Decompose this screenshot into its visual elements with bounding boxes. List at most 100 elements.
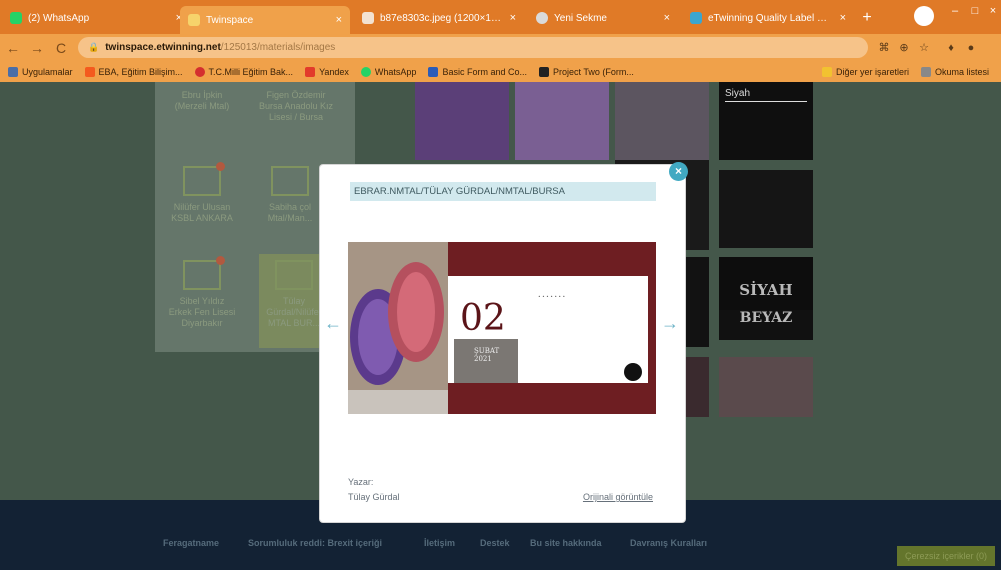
bookmark-label: Diğer yer işaretleri bbox=[835, 67, 909, 77]
view-original-link[interactable]: Orijinali görüntüle bbox=[583, 492, 653, 502]
bookmark-whatsapp[interactable]: WhatsApp bbox=[360, 67, 417, 77]
calendar-month: ŞUBAT 2021 bbox=[474, 347, 500, 363]
new-tab-button[interactable]: + bbox=[857, 9, 877, 27]
tab-close-icon[interactable]: × bbox=[336, 14, 342, 26]
gallery-item[interactable]: Nilüfer Ulusan KSBL ANKARA bbox=[167, 160, 237, 224]
gallery-item[interactable]: Figen Özdemir Bursa Anadolu Kız Lisesi /… bbox=[255, 90, 337, 123]
eba-icon bbox=[84, 67, 95, 77]
gallery-item-label: Nilüfer Ulusan KSBL ANKARA bbox=[171, 202, 233, 223]
tab-twinspace[interactable]: Twinspace × bbox=[180, 6, 350, 34]
yandex-icon bbox=[305, 67, 316, 77]
footer-link-brexit[interactable]: Sorumluluk reddi: Brexit içeriği bbox=[248, 538, 382, 548]
gallery-thumbnail[interactable] bbox=[719, 357, 813, 417]
bookmark-meb[interactable]: T.C.Milli Eğitim Bak... bbox=[194, 67, 294, 77]
tab-whatsapp[interactable]: (2) WhatsApp × bbox=[2, 6, 190, 30]
zoom-icon[interactable]: ⊕ bbox=[895, 39, 913, 57]
tab-close-icon[interactable]: × bbox=[840, 12, 846, 24]
tab-close-icon[interactable]: × bbox=[510, 12, 516, 24]
window-close-button[interactable]: × bbox=[982, 0, 1001, 22]
address-bar[interactable]: 🔒 twinspace.etwinning.net /125013/materi… bbox=[78, 37, 868, 58]
gallery-item[interactable]: Sabiha çol Mtal/Man... bbox=[255, 160, 325, 224]
reading-list-icon bbox=[920, 67, 931, 77]
tab-title: Twinspace bbox=[206, 14, 254, 26]
image-lightbox: × EBRAR.NMTAL/TÜLAY GÜRDAL/NMTAL/BURSA ←… bbox=[320, 162, 688, 522]
gallery-thumbnail[interactable]: Siyah bbox=[719, 82, 813, 160]
bookmark-reading-list[interactable]: Okuma listesi bbox=[920, 67, 989, 77]
bookmark-label: WhatsApp bbox=[374, 67, 417, 77]
pinecone-illustration bbox=[348, 242, 448, 414]
bookmark-apps[interactable]: Uygulamalar bbox=[8, 67, 73, 77]
twinspace-favicon-icon bbox=[188, 14, 200, 26]
bookmark-label: Basic Form and Co... bbox=[442, 67, 527, 77]
heart-photo: ŞUBAT 2021 bbox=[454, 339, 518, 383]
whatsapp-icon bbox=[360, 67, 371, 77]
calendar-card: 02 ŞUBAT 2021 • • • • • • • bbox=[448, 276, 648, 383]
browser-tab-bar: (2) WhatsApp × Twinspace × b87e8303c.jpe… bbox=[0, 0, 1001, 34]
bookmark-project-two[interactable]: Project Two (Form... bbox=[538, 67, 634, 77]
browser-toolbar: ← → C 🔒 twinspace.etwinning.net /125013/… bbox=[0, 34, 1001, 62]
extension-icon[interactable]: ♦ bbox=[942, 39, 960, 57]
address-path: /125013/materials/images bbox=[220, 42, 336, 53]
tab-image[interactable]: b87e8303c.jpeg (1200×1600) × bbox=[354, 6, 524, 30]
minimize-button[interactable]: – bbox=[944, 0, 966, 22]
etwinning-favicon-icon bbox=[690, 12, 702, 24]
gallery-item-label: Sabiha çol Mtal/Man... bbox=[267, 202, 313, 223]
gallery-item[interactable]: Sibel Yıldız Erkek Fen Lisesi Diyarbakır bbox=[167, 254, 237, 329]
forward-button[interactable]: → bbox=[26, 37, 48, 59]
bookmark-label: Project Two (Form... bbox=[552, 67, 634, 77]
tab-close-icon[interactable]: × bbox=[664, 12, 670, 24]
footer-link-support[interactable]: Destek bbox=[480, 538, 510, 548]
bookmark-label: T.C.Milli Eğitim Bak... bbox=[208, 67, 294, 77]
back-button[interactable]: ← bbox=[2, 37, 24, 59]
shortcut-icon[interactable]: ⌘ bbox=[875, 39, 893, 57]
tab-new-tab[interactable]: Yeni Sekme × bbox=[528, 6, 678, 30]
gallery-thumbnail[interactable] bbox=[515, 82, 609, 160]
image-placeholder-icon bbox=[183, 162, 225, 196]
bookmark-eba[interactable]: EBA, Eğitim Bilişim... bbox=[84, 67, 183, 77]
footer-link-contact[interactable]: İletişim bbox=[424, 538, 455, 548]
lightbox-image: 02 ŞUBAT 2021 • • • • • • • bbox=[348, 242, 656, 414]
gallery-item-selected[interactable]: Tülay Gürdal/Nilüfer MTAL BUR... bbox=[259, 254, 329, 348]
cookie-button[interactable]: Çerezsiz içerikler (0) bbox=[896, 546, 995, 566]
bookmark-basic-form[interactable]: Basic Form and Co... bbox=[428, 67, 527, 77]
gallery-item-label: Sibel Yıldız Erkek Fen Lisesi Diyarbakır bbox=[168, 296, 236, 328]
tab-title: Yeni Sekme bbox=[554, 12, 607, 24]
tab-etwinning[interactable]: eTwinning Quality Label Rejn × bbox=[682, 6, 854, 30]
bookmark-star-icon[interactable]: ☆ bbox=[915, 39, 933, 57]
gallery-thumbnail[interactable] bbox=[415, 82, 509, 160]
close-icon[interactable]: × bbox=[669, 162, 688, 181]
author-name: Tülay Gürdal bbox=[348, 492, 400, 502]
bookmark-yandex[interactable]: Yandex bbox=[305, 67, 349, 77]
gallery-thumbnail[interactable]: BEYAZ bbox=[719, 310, 813, 340]
profile-avatar[interactable] bbox=[914, 6, 934, 26]
image-placeholder-icon bbox=[275, 260, 313, 290]
lock-icon[interactable]: 🔒 bbox=[88, 42, 99, 53]
gallery-thumbnail[interactable] bbox=[719, 170, 813, 248]
thumbnail-text: Siyah bbox=[725, 88, 807, 102]
calendar-grid: • • • • • • • bbox=[538, 295, 565, 300]
account-icon[interactable]: ● bbox=[962, 39, 980, 57]
tab-title: eTwinning Quality Label Rejn bbox=[708, 12, 834, 24]
calendar-day: 02 bbox=[460, 298, 506, 339]
bookmark-label: Uygulamalar bbox=[22, 67, 73, 77]
footer-link-disclaimer[interactable]: Feragatname bbox=[163, 538, 219, 548]
bookmark-other[interactable]: Diğer yer işaretleri bbox=[821, 67, 909, 77]
project-icon bbox=[538, 67, 549, 77]
footer-link-code-of-conduct[interactable]: Davranış Kuralları bbox=[630, 538, 707, 548]
form-icon bbox=[428, 67, 439, 77]
gallery-thumbnail[interactable] bbox=[615, 82, 709, 160]
tab-title: (2) WhatsApp bbox=[28, 12, 90, 24]
tab-title: b87e8303c.jpeg (1200×1600) bbox=[380, 12, 504, 24]
reload-button[interactable]: C bbox=[50, 37, 72, 59]
gallery-item-label: Ebru İpkin (Merzeli Mtal) bbox=[174, 90, 230, 111]
image-caption: EBRAR.NMTAL/TÜLAY GÜRDAL/NMTAL/BURSA bbox=[350, 182, 656, 201]
apps-grid-icon bbox=[8, 67, 18, 77]
next-arrow-icon[interactable]: → bbox=[659, 313, 681, 334]
previous-arrow-icon[interactable]: ← bbox=[322, 313, 344, 334]
address-host: twinspace.etwinning.net bbox=[105, 42, 221, 53]
bookmarks-bar: Uygulamalar EBA, Eğitim Bilişim... T.C.M… bbox=[0, 62, 1001, 82]
footer-link-about[interactable]: Bu site hakkında bbox=[530, 538, 602, 548]
gallery-item[interactable]: Ebru İpkin (Merzeli Mtal) bbox=[167, 90, 237, 112]
whatsapp-favicon-icon bbox=[10, 12, 22, 24]
meb-icon bbox=[194, 67, 205, 77]
